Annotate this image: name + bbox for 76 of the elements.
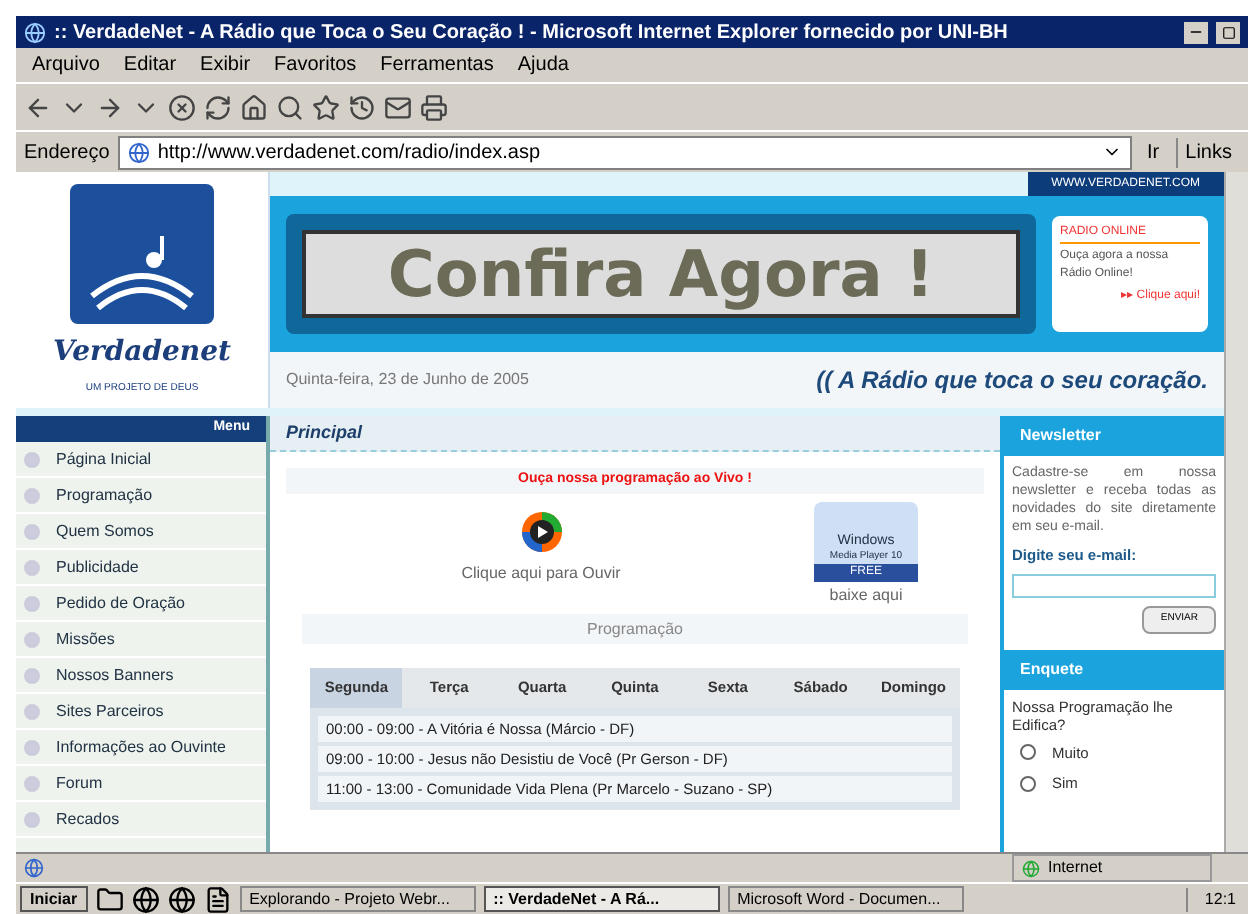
section-title: Principal (286, 419, 363, 446)
sidebar-item[interactable]: Informações ao Ouvinte (56, 735, 226, 759)
maximize-icon (1221, 25, 1235, 39)
address-label: Endereço (24, 139, 110, 167)
menu-item[interactable]: Ferramentas (380, 50, 494, 80)
bullet-icon (24, 775, 40, 791)
address-field[interactable]: http://www.verdadenet.com/radio/index.asp (117, 135, 1132, 169)
bullet-icon (24, 667, 40, 683)
logo-emblem-drawing (70, 183, 214, 324)
menu-item[interactable]: Exibir (200, 50, 251, 80)
mail-icon[interactable] (384, 93, 412, 121)
start-button[interactable]: Iniciar (20, 886, 88, 912)
folder-icon[interactable] (95, 885, 124, 913)
date-text: Quinta-feira, 23 de Junho de 2005 (286, 368, 529, 392)
newsletter-title: Newsletter (1020, 424, 1101, 448)
page-icon (127, 141, 150, 163)
listen-link[interactable]: Clique aqui para Ouvir (461, 562, 621, 586)
banner-headline[interactable]: Confira Agora ! (302, 230, 1020, 318)
minimize-button[interactable] (1184, 21, 1208, 43)
bullet-icon (24, 595, 40, 611)
forward-icon[interactable] (96, 93, 124, 121)
menu-item[interactable]: Editar (123, 50, 177, 80)
slogan: (( A Rádio que toca o seu coração. (816, 364, 1208, 398)
globe-icon (1022, 859, 1040, 877)
scrollbar[interactable] (1224, 172, 1248, 852)
sidebar-item[interactable]: Publicidade (56, 555, 139, 579)
history-icon[interactable] (348, 93, 376, 121)
window-title: :: VerdadeNet - A Rádio que Toca o Seu Coração ! - Microsoft Internet Explorer fornecido por UNI-BH (54, 19, 1010, 47)
download-link[interactable]: baixe aqui (829, 584, 903, 608)
bullet-icon (24, 811, 40, 827)
sidebar-item[interactable]: Pedido de Oração (56, 591, 185, 615)
favorites-icon[interactable] (312, 93, 340, 121)
menu-item[interactable]: Arquivo (32, 50, 100, 80)
browser-icon[interactable] (131, 885, 160, 913)
go-button[interactable]: Ir (1139, 137, 1168, 167)
home-icon[interactable] (240, 93, 268, 121)
stop-icon[interactable] (168, 93, 196, 121)
sidebar-item[interactable]: Página Inicial (56, 447, 152, 471)
menu-item[interactable]: Favoritos (274, 50, 357, 80)
menu-item[interactable]: Ajuda (517, 50, 569, 80)
bullet-icon (24, 451, 40, 467)
bullet-icon (24, 703, 40, 719)
bullet-icon (24, 559, 40, 575)
refresh-icon[interactable] (204, 93, 232, 121)
sidebar-item[interactable]: Programação (56, 483, 153, 507)
status-zone: Internet (1012, 854, 1212, 882)
radio-button[interactable] (1020, 775, 1036, 792)
email-field[interactable] (1012, 574, 1216, 599)
document-icon[interactable] (203, 885, 232, 913)
print-icon[interactable] (420, 93, 448, 121)
links-button[interactable]: Links (1175, 137, 1240, 167)
poll-title: Enquete (1020, 657, 1084, 682)
sidebar-item[interactable]: Recados (56, 807, 120, 831)
clock: 12:1 (1186, 887, 1244, 911)
sidebar-item[interactable]: Forum (56, 771, 103, 795)
sidebar-item[interactable]: Quem Somos (56, 519, 154, 543)
sidebar-item[interactable]: Missões (56, 627, 115, 651)
browser-icon (24, 21, 46, 43)
schedule-title: Programação (586, 617, 684, 641)
radio-button[interactable] (1020, 744, 1036, 761)
page-icon (24, 858, 44, 878)
sidebar-item[interactable]: Sites Parceiros (56, 699, 164, 723)
maximize-button[interactable] (1216, 21, 1240, 43)
taskbar-button[interactable]: Microsoft Word - Documen... (727, 886, 964, 912)
bullet-icon (24, 523, 40, 539)
back-icon[interactable] (24, 93, 52, 121)
taskbar-button[interactable]: :: VerdadeNet - A Rá... (483, 886, 720, 912)
sidebar-item[interactable]: Nossos Banners (56, 663, 174, 687)
player-icon[interactable] (519, 510, 563, 554)
browser-icon[interactable] (167, 885, 196, 913)
bullet-icon (24, 631, 40, 647)
bullet-icon (24, 739, 40, 755)
bullet-icon (24, 487, 40, 503)
logo-name: Verdadenet (53, 333, 231, 372)
search-icon[interactable] (276, 93, 304, 121)
taskbar-button[interactable]: Explorando - Projeto Webr... (239, 886, 476, 912)
